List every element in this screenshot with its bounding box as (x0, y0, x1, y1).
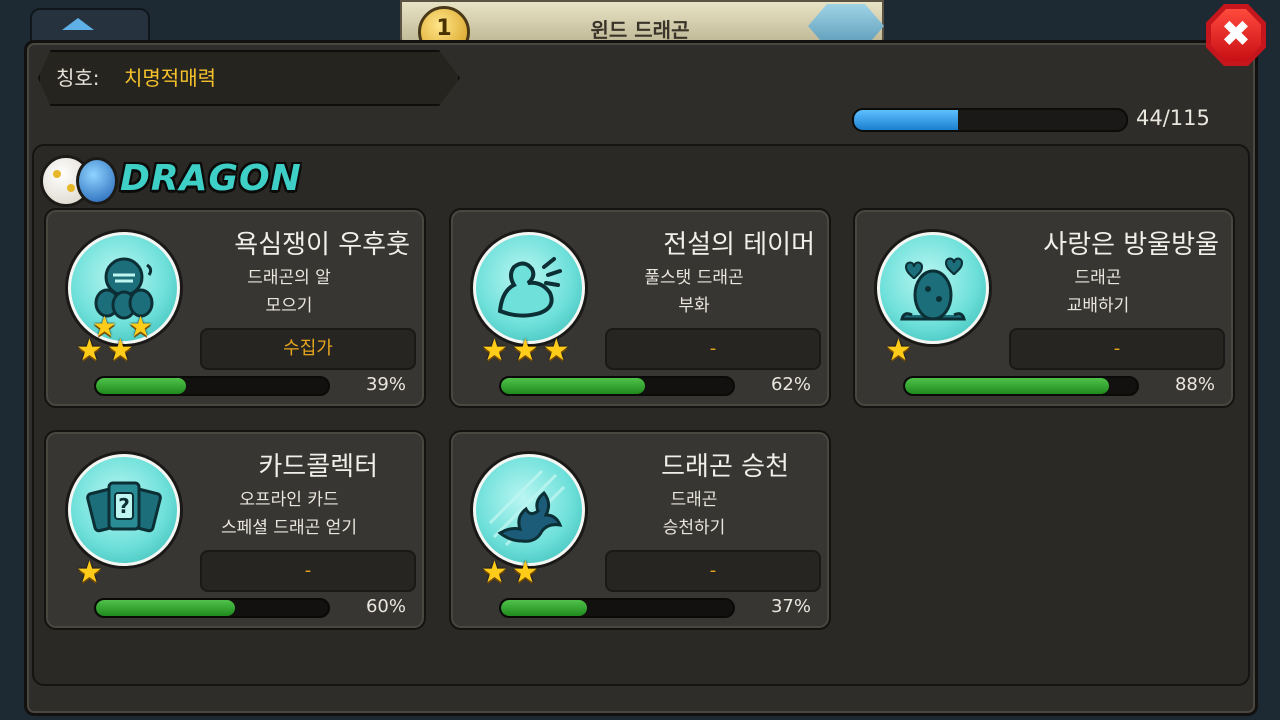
description-line: 부화 (678, 296, 710, 316)
star-icon: ★ (511, 555, 539, 590)
achievement-description: 드래곤의 알 모으기 (186, 264, 392, 320)
dragon-eggs-icon (68, 232, 180, 344)
achievement-description: 드래곤 교배하기 (995, 264, 1201, 320)
achievement-title: 전설의 테이머 (663, 230, 815, 260)
section-header: DRAGON (40, 150, 302, 207)
achievement-percent: 62% (770, 374, 811, 395)
mystery-cards-icon: ? (68, 454, 180, 566)
progress-fill (905, 378, 1110, 394)
star-icon: ★ (885, 333, 912, 368)
achievement-card[interactable]: ? ★ 카드콜렉터 오프라인 카드 스페셜 드래곤 얻기 - 60% (44, 430, 426, 630)
achievement-description: 풀스탯 드래곤 부화 (591, 264, 797, 320)
star-rating: ★ ★ ★ (481, 336, 574, 366)
achievement-percent: 88% (1174, 374, 1215, 395)
star-rating: ★ (76, 558, 107, 588)
title-plate (38, 50, 460, 106)
description-line: 드래곤 (670, 490, 718, 510)
progress-fill (96, 600, 236, 616)
muscle-arm-icon (473, 232, 585, 344)
achievement-card[interactable]: ★ ★ ★ ★ 욕심쟁이 우후훗 드래곤의 알 모으기 수집가 39% (44, 208, 426, 408)
description-line: 모으기 (265, 296, 313, 316)
achievement-title: 카드콜렉터 (258, 452, 378, 482)
star-icon: ★ (511, 333, 539, 368)
reward-title: - (605, 550, 821, 592)
title-value[interactable]: 치명적매력 (124, 62, 216, 91)
star-rating: ★ ★ (76, 336, 138, 366)
description-line: 풀스탯 드래곤 (644, 268, 744, 288)
achievement-title: 사랑은 방울방울 (1043, 230, 1219, 260)
up-arrow-icon (62, 18, 94, 30)
egg-hearts-icon (877, 232, 989, 344)
achievement-percent: 37% (770, 596, 811, 617)
description-line: 드래곤 (1074, 268, 1122, 288)
overall-progress-fill (854, 110, 959, 130)
reward-title: 수집가 (200, 328, 416, 370)
achievement-progress-bar (903, 376, 1139, 396)
reward-title: - (200, 550, 416, 592)
star-icon: ★ (481, 555, 508, 590)
eggs-badge-icon (40, 151, 118, 207)
ascending-dragon-icon (473, 454, 585, 566)
achievement-progress-bar (94, 598, 330, 618)
achievement-title: 드래곤 승천 (661, 452, 789, 482)
svg-text:?: ? (118, 494, 130, 518)
star-icon: ★ (76, 555, 103, 590)
description-line: 드래곤의 알 (247, 268, 331, 288)
achievement-progress-bar (499, 598, 735, 618)
description-line: 승천하기 (662, 518, 726, 538)
star-icon: ★ (481, 333, 508, 368)
close-icon: ✖ (1211, 9, 1261, 61)
star-rating: ★ ★ (481, 558, 543, 588)
star-icon: ★ (106, 333, 134, 368)
achievement-percent: 60% (365, 596, 406, 617)
close-button[interactable]: ✖ (1206, 4, 1266, 66)
achievement-description: 오프라인 카드 스페셜 드래곤 얻기 (186, 486, 392, 542)
achievement-title: 욕심쟁이 우후훗 (234, 230, 410, 260)
star-icon: ★ (76, 333, 103, 368)
overall-progress-text: 44/115 (1136, 106, 1210, 130)
description-line: 교배하기 (1066, 296, 1130, 316)
achievement-percent: 39% (365, 374, 406, 395)
background-title: 윈드 드래곤 (590, 18, 690, 42)
achievement-progress-bar (499, 376, 735, 396)
title-label: 칭호: (56, 66, 100, 90)
achievement-card[interactable]: ★ ★ ★ 전설의 테이머 풀스탯 드래곤 부화 - 62% (449, 208, 831, 408)
star-icon: ★ (542, 333, 570, 368)
description-line: 스페셜 드래곤 얻기 (221, 518, 357, 538)
description-line: 오프라인 카드 (239, 490, 339, 510)
progress-fill (96, 378, 187, 394)
progress-fill (501, 378, 645, 394)
achievement-description: 드래곤 승천하기 (591, 486, 797, 542)
star-rating: ★ (885, 336, 916, 366)
progress-fill (501, 600, 587, 616)
reward-title: - (1009, 328, 1225, 370)
overall-progress-bar (852, 108, 1128, 132)
achievement-progress-bar (94, 376, 330, 396)
achievement-card[interactable]: ★ ★ 드래곤 승천 드래곤 승천하기 - 37% (449, 430, 831, 630)
section-title: DRAGON (120, 157, 302, 199)
reward-title: - (605, 328, 821, 370)
achievement-card[interactable]: ★ 사랑은 방울방울 드래곤 교배하기 - 88% (853, 208, 1235, 408)
